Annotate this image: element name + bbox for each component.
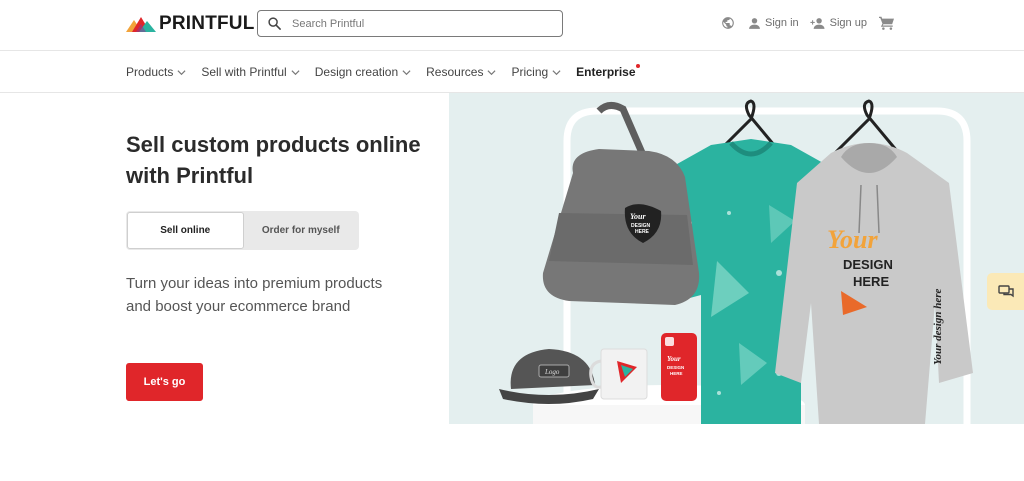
phone-case-print-line3: HERE: [670, 371, 683, 376]
add-user-icon: [810, 17, 825, 29]
nav-item-pricing[interactable]: Pricing: [511, 65, 561, 79]
sleeve-print: Your design here: [932, 288, 944, 365]
hoodie-print-line3: HERE: [853, 274, 889, 289]
globe-icon[interactable]: [721, 16, 735, 30]
search-icon: [268, 17, 281, 30]
site-header: PRINTFUL Sign in Sign up: [0, 0, 1024, 51]
search-box[interactable]: [257, 10, 563, 37]
audience-toggle: Sell online Order for myself: [126, 211, 359, 250]
cart-icon[interactable]: [878, 16, 894, 30]
header-actions: Sign in Sign up: [721, 15, 894, 31]
hoodie-print-line1: Your: [827, 225, 878, 254]
nav-item-sell-with-printful[interactable]: Sell with Printful: [201, 65, 300, 79]
chevron-down-icon: [552, 69, 561, 75]
hero-product-image: Your DESIGN HERE Your design here Your D…: [449, 93, 1024, 424]
phone-case-print-line2: DESIGN: [667, 365, 684, 370]
chat-icon: [997, 284, 1014, 297]
logo-text: PRINTFUL: [159, 13, 255, 34]
backpack-print-line1: Your: [630, 212, 646, 221]
backpack-print-line3: HERE: [635, 229, 650, 235]
chevron-down-icon: [177, 69, 186, 75]
toggle-order-for-myself[interactable]: Order for myself: [244, 212, 359, 249]
nav-item-products[interactable]: Products: [126, 65, 186, 79]
main-nav: Products Sell with Printful Design creat…: [0, 52, 1024, 93]
chevron-down-icon: [402, 69, 411, 75]
nav-item-label: Resources: [426, 65, 484, 79]
hoodie-print-line2: DESIGN: [843, 257, 893, 272]
nav-item-enterprise[interactable]: Enterprise: [576, 64, 640, 79]
hero-subtitle: Turn your ideas into premium products an…: [126, 275, 383, 315]
nav-item-resources[interactable]: Resources: [426, 65, 496, 79]
product-mockup-illustration: Your DESIGN HERE Your design here Your D…: [499, 99, 973, 424]
user-icon: [749, 17, 760, 29]
sign-in-label: Sign in: [765, 17, 799, 29]
search-input[interactable]: [292, 17, 552, 30]
nav-item-label: Design creation: [314, 65, 399, 79]
sign-up-label: Sign up: [829, 17, 867, 29]
chevron-down-icon: [487, 69, 496, 75]
sign-up-link[interactable]: Sign up: [810, 17, 867, 30]
hoodie-mockup: Your DESIGN HERE Your design here: [775, 143, 973, 424]
chevron-down-icon: [291, 69, 300, 75]
sign-in-link[interactable]: Sign in: [748, 17, 799, 30]
cap-print: Logo: [544, 368, 560, 376]
lets-go-button[interactable]: Let's go: [126, 363, 203, 401]
cap-mockup: Logo: [499, 349, 599, 404]
hero-title: Sell custom products online with Printfu…: [126, 132, 421, 188]
nav-item-label: Pricing: [511, 65, 549, 79]
nav-item-design-creation[interactable]: Design creation: [315, 65, 411, 79]
printful-logo[interactable]: PRINTFUL: [126, 13, 255, 35]
chat-button[interactable]: [987, 273, 1024, 310]
phone-case-print-line1: Your: [667, 355, 681, 363]
new-indicator-dot: [635, 64, 640, 68]
logo-mark-icon: [126, 17, 156, 32]
toggle-sell-online[interactable]: Sell online: [127, 212, 244, 249]
phone-case-mockup: Your DESIGN HERE: [661, 333, 697, 401]
nav-item-label: Products: [126, 65, 174, 79]
nav-item-label: Sell with Printful: [201, 65, 287, 79]
nav-item-label: Enterprise: [576, 65, 636, 79]
